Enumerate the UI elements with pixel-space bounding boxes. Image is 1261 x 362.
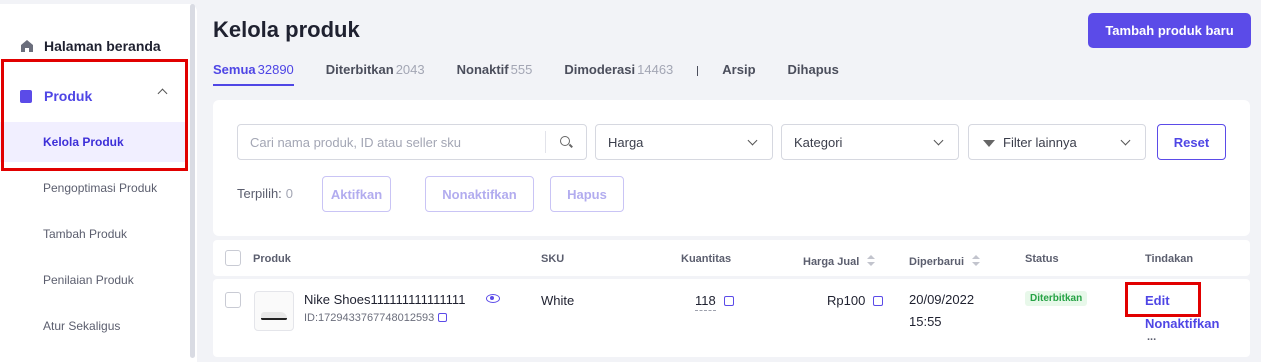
tab-label: Dihapus bbox=[787, 62, 839, 77]
updated-time: 15:55 bbox=[909, 314, 942, 329]
search-divider bbox=[545, 131, 546, 153]
selected-label: Terpilih: bbox=[237, 186, 282, 201]
tab-arsip[interactable]: Arsip bbox=[722, 62, 755, 86]
tab-label: Arsip bbox=[722, 62, 756, 77]
edit-icon[interactable] bbox=[723, 296, 734, 306]
column-sku: SKU bbox=[541, 253, 565, 265]
sidebar-item-label: Tambah Produk bbox=[43, 227, 128, 241]
product-id: ID:1729433767748012593 bbox=[304, 312, 448, 324]
column-tindakan: Tindakan bbox=[1145, 253, 1194, 265]
category-select[interactable]: Kategori bbox=[781, 124, 959, 160]
tab-dihapus[interactable]: Dihapus bbox=[788, 62, 839, 86]
tab-label: Semua bbox=[213, 62, 256, 77]
tab-divider bbox=[697, 66, 699, 76]
highlight-box bbox=[1125, 282, 1201, 317]
select-label: Kategori bbox=[794, 134, 843, 150]
tab-count: 14463 bbox=[637, 62, 674, 77]
product-id-text: ID:1729433767748012593 bbox=[304, 312, 435, 324]
sidebar-item-penilaian[interactable]: Penilaian Produk bbox=[0, 260, 186, 300]
product-thumbnail bbox=[254, 291, 294, 331]
column-status: Status bbox=[1025, 253, 1059, 265]
search-placeholder: Cari nama produk, ID atau seller sku bbox=[250, 134, 461, 150]
column-diperbarui[interactable]: Diperbarui bbox=[909, 253, 981, 268]
sidebar-item-label: Pengoptimasi Produk bbox=[43, 181, 158, 195]
search-input[interactable]: Cari nama produk, ID atau seller sku bbox=[237, 124, 587, 160]
sidebar-item-home[interactable]: Halaman beranda bbox=[0, 34, 186, 58]
sidebar-scrollbar[interactable] bbox=[190, 4, 195, 358]
chevron-down-icon bbox=[933, 135, 944, 146]
deactivate-link[interactable]: Nonaktifkan bbox=[1145, 316, 1219, 331]
quantity-value[interactable]: 118 bbox=[695, 293, 716, 311]
tab-count: 555 bbox=[510, 62, 533, 77]
more-actions[interactable]: ... bbox=[1147, 331, 1156, 343]
updated-date: 20/09/2022 bbox=[909, 292, 975, 307]
tab-label: Dimoderasi bbox=[564, 62, 636, 77]
tab-bar: Semua 32890 Diterbitkan 2043 Nonaktif 555 D… bbox=[213, 62, 871, 86]
sidebar-item-tambah[interactable]: Tambah Produk bbox=[0, 214, 186, 254]
search-icon[interactable] bbox=[560, 136, 570, 146]
column-harga[interactable]: Harga Jual bbox=[803, 253, 876, 268]
sidebar-item-label: Penilaian Produk bbox=[43, 273, 134, 287]
sort-icon[interactable] bbox=[972, 255, 981, 267]
filter-card: Cari nama produk, ID atau seller sku Har… bbox=[213, 100, 1250, 236]
sidebar-item-label: Atur Sekaligus bbox=[43, 319, 121, 333]
column-kuantitas: Kuantitas bbox=[681, 253, 732, 265]
copy-icon[interactable] bbox=[438, 313, 448, 322]
tab-count: 2043 bbox=[395, 62, 425, 77]
filter-icon bbox=[983, 139, 995, 147]
quantity-cell: 118 bbox=[695, 293, 734, 311]
page-title: Kelola produk bbox=[213, 17, 360, 42]
chevron-down-icon bbox=[1120, 135, 1131, 146]
price-value: Rp100 bbox=[827, 293, 866, 308]
sidebar-item-atur-sekaligus[interactable]: Atur Sekaligus bbox=[0, 306, 186, 346]
select-label: Filter lainnya bbox=[1003, 134, 1077, 150]
shoe-icon bbox=[261, 312, 287, 320]
column-produk: Produk bbox=[253, 253, 291, 265]
tab-label: Diterbitkan bbox=[325, 62, 394, 77]
deactivate-button[interactable]: Nonaktifkan bbox=[425, 176, 534, 212]
column-label: Harga Jual bbox=[803, 256, 860, 268]
select-label: Harga bbox=[608, 134, 644, 150]
tab-diterbitkan[interactable]: Diterbitkan 2043 bbox=[326, 62, 425, 86]
status-badge: Diterbitkan bbox=[1025, 291, 1088, 306]
table-header: Produk SKU Kuantitas Harga Jual Diperbar… bbox=[213, 240, 1250, 276]
tab-count: 32890 bbox=[257, 62, 294, 77]
activate-button[interactable]: Aktifkan bbox=[322, 176, 391, 212]
eye-icon[interactable] bbox=[486, 294, 500, 303]
reset-button[interactable]: Reset bbox=[1157, 124, 1226, 160]
delete-button[interactable]: Hapus bbox=[550, 176, 624, 212]
updated-cell: 20/09/2022 15:55 bbox=[909, 289, 974, 333]
tab-dimoderasi[interactable]: Dimoderasi 14463 bbox=[564, 62, 673, 86]
table-row: Nike Shoes111111111111111 ID:17294337677… bbox=[213, 279, 1250, 357]
price-cell: Rp100 bbox=[827, 293, 884, 308]
sort-icon[interactable] bbox=[867, 255, 876, 267]
row-checkbox[interactable] bbox=[225, 292, 241, 308]
sidebar-item-pengoptimasi[interactable]: Pengoptimasi Produk bbox=[0, 168, 186, 208]
price-select[interactable]: Harga bbox=[595, 124, 773, 160]
selected-count: Terpilih: 0 bbox=[237, 186, 293, 201]
chevron-down-icon bbox=[747, 135, 758, 146]
tab-semua[interactable]: Semua 32890 bbox=[213, 62, 294, 86]
home-icon bbox=[21, 40, 33, 52]
edit-icon[interactable] bbox=[873, 296, 884, 306]
tab-nonaktif[interactable]: Nonaktif 555 bbox=[457, 62, 533, 86]
tab-label: Nonaktif bbox=[456, 62, 509, 77]
add-product-button[interactable]: Tambah produk baru bbox=[1088, 13, 1251, 48]
selected-value: 0 bbox=[285, 186, 294, 201]
product-name[interactable]: Nike Shoes111111111111111 bbox=[304, 292, 465, 307]
sku-cell: White bbox=[541, 293, 575, 308]
more-filters-select[interactable]: Filter lainnya bbox=[968, 124, 1146, 160]
sidebar: Halaman beranda Produk Kelola Produk Pen… bbox=[0, 4, 197, 362]
select-all-checkbox[interactable] bbox=[225, 250, 241, 266]
column-label: Diperbarui bbox=[909, 256, 965, 268]
sidebar-item-label: Halaman beranda bbox=[44, 38, 161, 54]
highlight-box bbox=[1, 59, 188, 171]
